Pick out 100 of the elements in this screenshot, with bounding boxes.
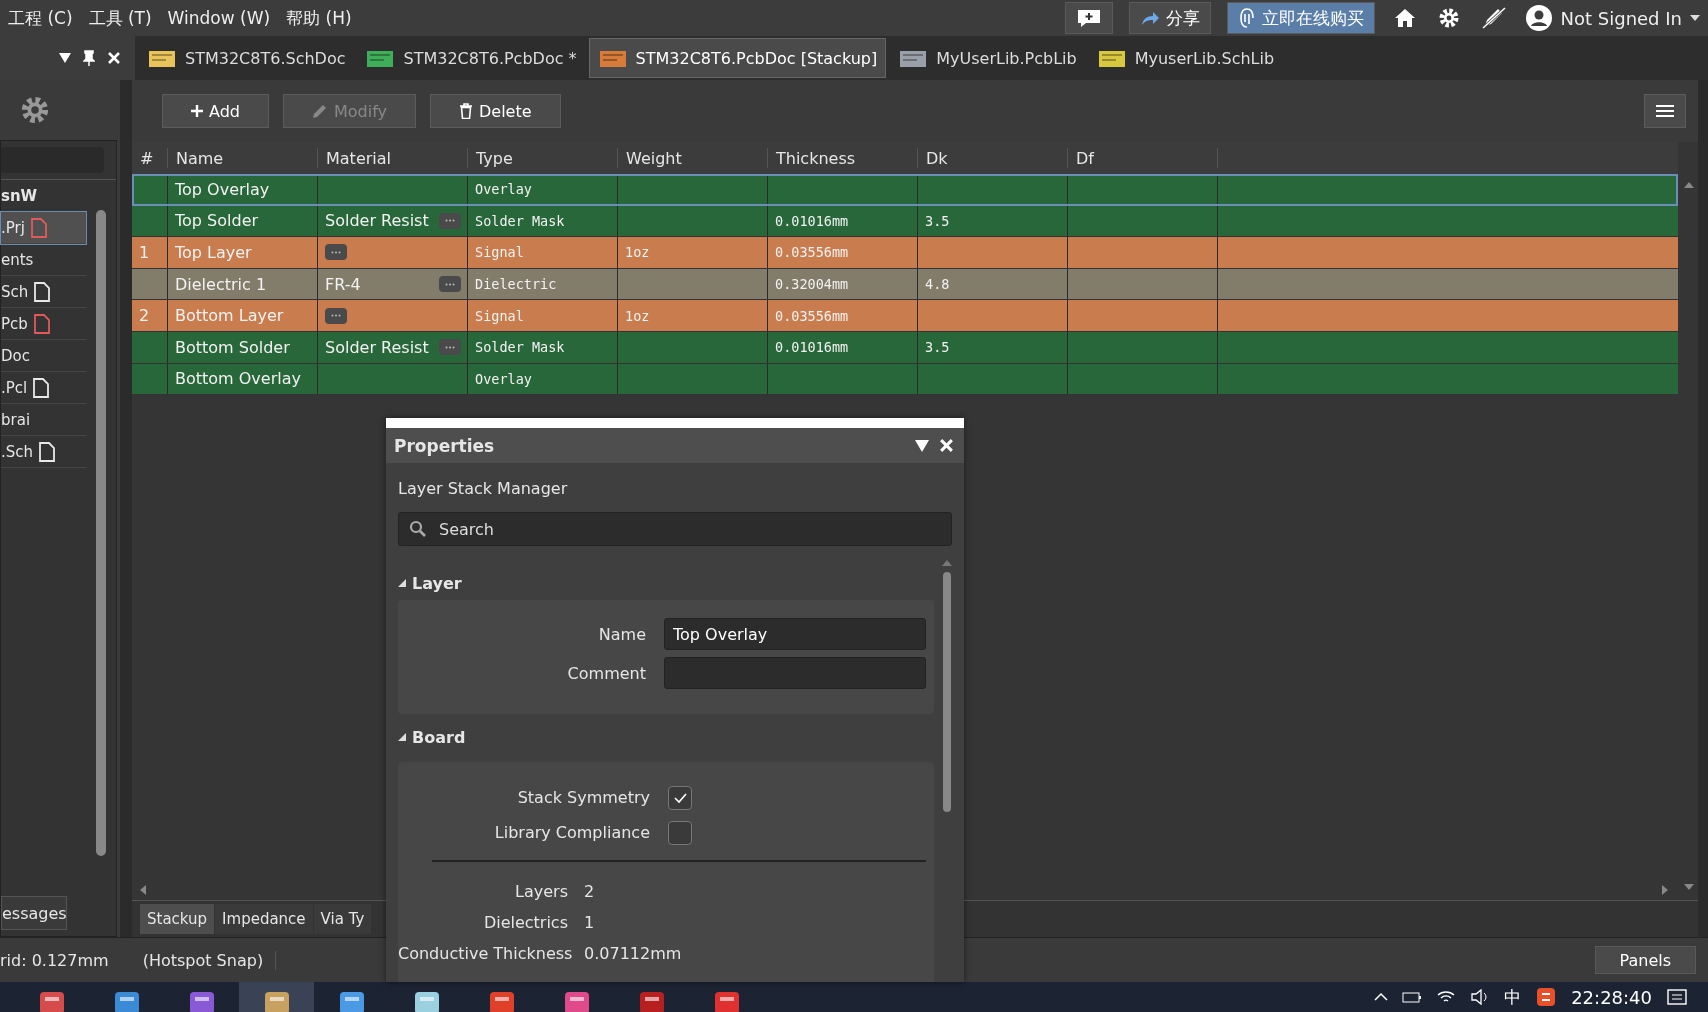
- table-cell: 1oz: [625, 307, 650, 324]
- dots-icon: [331, 251, 341, 254]
- table-cell: 0.01016mm: [775, 339, 849, 356]
- plus-comment-icon: [1075, 8, 1102, 28]
- checkbox-label: Library Compliance: [493, 823, 650, 842]
- user-menu[interactable]: Not Signed In: [1524, 4, 1700, 32]
- view-tab[interactable]: Impedance: [215, 904, 313, 934]
- close-icon[interactable]: [107, 51, 121, 65]
- project-item[interactable]: Sch: [1, 276, 86, 308]
- dropdown-icon[interactable]: [59, 53, 71, 63]
- view-tab[interactable]: Stackup: [140, 904, 215, 934]
- view-tab[interactable]: Via Ty: [313, 904, 372, 934]
- project-item[interactable]: .Pcl: [1, 372, 86, 404]
- menu-item[interactable]: 帮助 (H): [286, 6, 352, 30]
- checkbox[interactable]: [668, 820, 692, 845]
- layer-row[interactable]: Dielectric 1 FR-4 Dielectric 0.32004mm 4.8: [132, 268, 1678, 301]
- document-tab[interactable]: STM32C8T6.PcbDoc *: [357, 39, 585, 77]
- comment-field[interactable]: [664, 657, 926, 689]
- project-item[interactable]: brai: [1, 404, 86, 436]
- layer-row[interactable]: Top Overlay Overlay: [132, 174, 1678, 206]
- table-cell: 2: [139, 306, 150, 326]
- table-cell: Solder Mask: [475, 339, 565, 356]
- battery-icon[interactable]: [1402, 990, 1423, 1004]
- dots-icon: [445, 282, 455, 286]
- snap-status: (Hotspot Snap): [142, 950, 277, 970]
- pin-icon[interactable]: [83, 50, 95, 66]
- clock[interactable]: 22:28:40: [1571, 986, 1652, 1008]
- buy-button[interactable]: 立即在线购买: [1226, 2, 1375, 34]
- project-item[interactable]: Pcb: [1, 308, 86, 340]
- section-header[interactable]: Layer: [398, 560, 942, 600]
- app-tray-icon[interactable]: [1535, 986, 1558, 1008]
- layer-row[interactable]: Bottom Solder Solder Resist Solder Mask 0.01016mm 3.5: [132, 331, 1678, 364]
- stat-label: Layers: [514, 882, 568, 901]
- collapse-icon: [398, 733, 406, 741]
- scroll-right-icon[interactable]: [1662, 885, 1668, 895]
- search-input[interactable]: Search: [437, 518, 941, 540]
- search-field[interactable]: Search: [398, 512, 952, 546]
- taskbar-app-icon[interactable]: [239, 982, 314, 1012]
- dropdown-icon[interactable]: [915, 439, 929, 452]
- column-header[interactable]: Df: [1068, 148, 1218, 168]
- layer-row[interactable]: Bottom Overlay Overlay: [132, 363, 1678, 396]
- checkbox-label: Stack Symmetry: [516, 788, 650, 807]
- project-item[interactable]: ents: [1, 244, 86, 276]
- table-cell: Solder Mask: [475, 212, 565, 229]
- more-button[interactable]: [325, 307, 347, 324]
- column-header[interactable]: Material: [318, 148, 468, 168]
- notification-icon[interactable]: [1666, 988, 1688, 1006]
- layer-row[interactable]: Top Solder Solder Resist Solder Mask 0.01016mm 3.5: [132, 205, 1678, 238]
- input-method[interactable]: 中: [1504, 985, 1522, 1009]
- column-header[interactable]: Name: [168, 148, 318, 168]
- more-button[interactable]: [325, 244, 347, 261]
- name-field[interactable]: Top Overlay: [664, 618, 926, 650]
- scroll-down-icon[interactable]: [1684, 884, 1694, 890]
- table-cell: Top Overlay: [175, 179, 270, 199]
- section-header[interactable]: Board: [398, 714, 942, 754]
- scroll-left-icon[interactable]: [140, 885, 146, 895]
- panel-title: Properties: [394, 435, 495, 456]
- plus-icon: [191, 105, 203, 117]
- document-tab[interactable]: STM32C8T6.PcbDoc [Stackup]: [588, 38, 887, 78]
- table-cell: Overlay: [475, 181, 532, 198]
- table-cell: 0.03556mm: [775, 244, 849, 261]
- close-icon[interactable]: [939, 438, 954, 453]
- table-cell: 1: [139, 243, 150, 262]
- project-item[interactable]: .Sch: [1, 436, 86, 468]
- document-tab[interactable]: MyuserLib.SchLib: [1088, 39, 1283, 77]
- table-cell: Solder Resist: [325, 211, 429, 231]
- menu-button[interactable]: [1644, 94, 1686, 128]
- menu-item[interactable]: 工程 (C): [8, 6, 73, 30]
- column-header[interactable]: #: [132, 148, 168, 168]
- comment-button[interactable]: [1064, 2, 1113, 34]
- menu-item[interactable]: Window (W): [167, 8, 271, 28]
- table-cell: Top Layer: [175, 243, 252, 262]
- column-header[interactable]: Type: [468, 148, 618, 168]
- column-header[interactable]: Thickness: [768, 148, 918, 168]
- document-tab[interactable]: MyUserLib.PcbLib: [890, 39, 1085, 77]
- column-header[interactable]: Dk: [918, 148, 1068, 168]
- scroll-up-icon[interactable]: [1684, 182, 1694, 188]
- add-button[interactable]: Add: [162, 94, 269, 128]
- table-cell: 0.03556mm: [775, 307, 849, 324]
- table-cell: Bottom Layer: [175, 306, 284, 326]
- caret-icon: [1690, 15, 1700, 21]
- document-tab[interactable]: STM32C8T6.SchDoc: [139, 39, 354, 77]
- project-item[interactable]: .Prj: [1, 212, 86, 244]
- panel-tab[interactable]: essages: [1, 896, 67, 930]
- table-cell: 3.5: [925, 212, 950, 229]
- table-cell: 1oz: [625, 244, 650, 261]
- table-cell: 0.01016mm: [775, 212, 849, 229]
- column-header[interactable]: Weight: [618, 148, 768, 168]
- scrollbar-thumb[interactable]: [96, 210, 106, 856]
- pencil-icon: [312, 103, 328, 119]
- share-button[interactable]: 分享: [1128, 2, 1211, 34]
- scrollbar-thumb[interactable]: [943, 572, 951, 812]
- panels-button[interactable]: Panels: [1594, 946, 1696, 974]
- project-item[interactable]: Doc: [1, 340, 86, 372]
- delete-button[interactable]: Delete: [430, 94, 561, 128]
- menu-item[interactable]: 工具 (T): [88, 6, 152, 30]
- table-cell: Dielectric 1: [175, 274, 267, 294]
- checkbox[interactable]: [668, 785, 692, 810]
- pen-off-icon[interactable]: [1480, 6, 1507, 30]
- stat-value: 2: [584, 882, 595, 901]
